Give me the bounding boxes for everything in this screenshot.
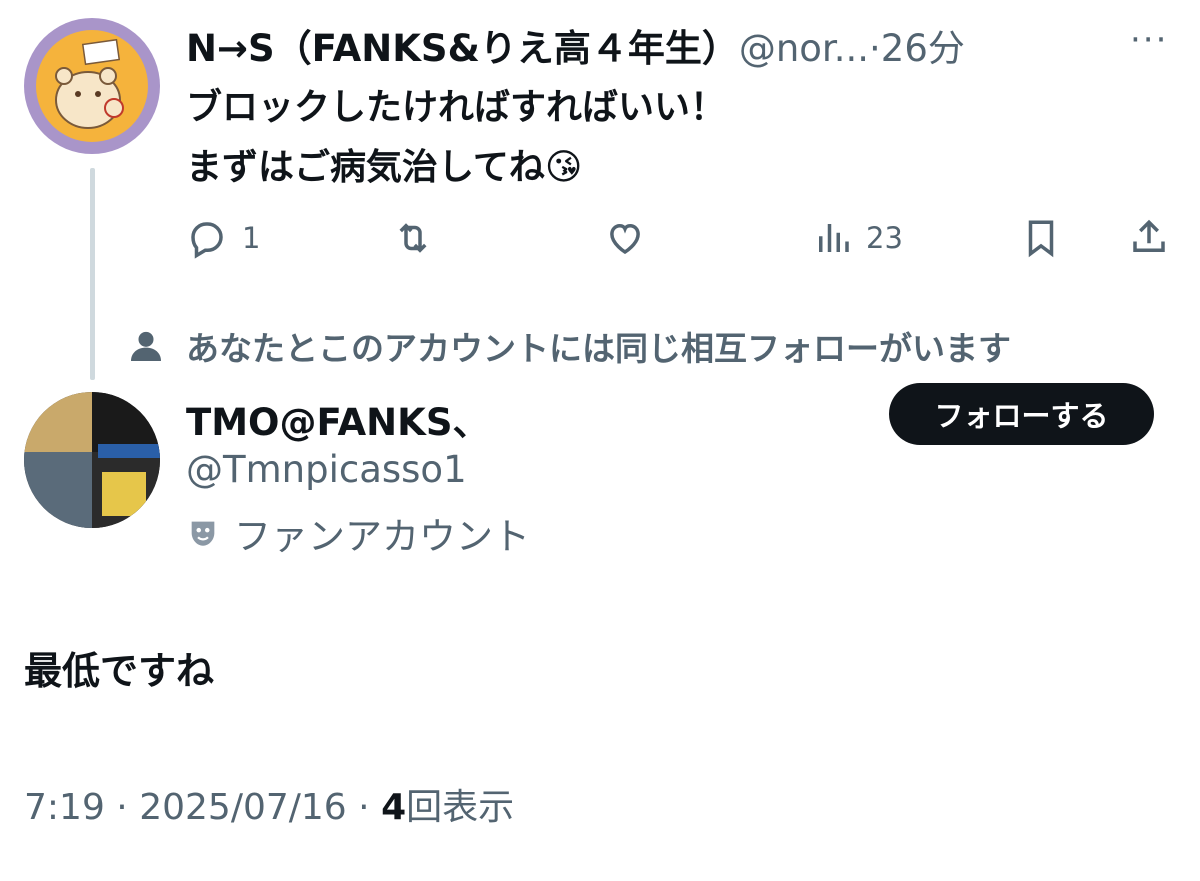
views-count: 23 (866, 221, 903, 255)
tweet-text: ブロックしたければすればいい！ まずはご病気治してね😘 (186, 78, 726, 198)
thread-line (90, 168, 95, 380)
views-label: 回表示 (406, 787, 515, 828)
reply-text: 最低ですね (24, 649, 215, 693)
theater-mask-icon (191, 521, 215, 546)
tweet-date[interactable]: 2025/07/16 (139, 787, 347, 828)
reply-button[interactable]: 1 (186, 212, 260, 264)
time-ago[interactable]: 26分 (881, 27, 965, 70)
mutual-follow-notice: あなたとこのアカウントには同じ相互フォローがいます (126, 322, 1011, 370)
analytics-icon (819, 224, 849, 252)
retweet-button[interactable] (392, 212, 434, 264)
reply-display-name[interactable]: TMO@FANKS、 (186, 392, 489, 446)
reply-count: 1 (242, 221, 261, 255)
kiss-emoji-icon: 😘 (544, 147, 583, 188)
author-handle[interactable]: @nor... (739, 27, 869, 70)
avatar[interactable] (24, 392, 160, 528)
share-icon (1133, 219, 1165, 252)
retweet-icon (399, 223, 427, 253)
author-header: N→S（FANKS&りえ高４年生）@nor...·26分 (186, 18, 965, 72)
separator: · (116, 787, 128, 828)
mutual-follow-text: あなたとこのアカウントには同じ相互フォローがいます (186, 329, 1011, 368)
reply-handle[interactable]: @Tmnpicasso1 (186, 448, 467, 491)
tweet-meta: 7:19 · 2025/07/16 · 4回表示 (24, 778, 514, 830)
separator: · (358, 787, 370, 828)
heart-icon (610, 223, 640, 255)
display-name[interactable]: N→S（FANKS&りえ高４年生） (186, 27, 739, 70)
fan-account-text: ファンアカウント (234, 515, 530, 558)
avatar-image (24, 392, 160, 528)
bookmark-button[interactable] (1020, 212, 1062, 264)
follow-button[interactable]: フォローする (889, 383, 1154, 445)
more-options-icon[interactable]: ··· (1130, 20, 1168, 60)
fan-account-label: ファンアカウント (186, 506, 530, 560)
tweet-time[interactable]: 7:19 (24, 787, 105, 828)
avatar-image (36, 30, 148, 142)
separator: · (869, 27, 881, 70)
tweet-text-line: ブロックしたければすればいい！ (186, 87, 727, 128)
person-icon (131, 331, 161, 361)
like-button[interactable] (604, 212, 646, 264)
tweet-text-line: まずはご病気治してね (186, 147, 545, 188)
views-count: 4 (381, 787, 407, 828)
avatar[interactable] (24, 18, 160, 154)
reply-icon (191, 222, 223, 259)
bookmark-icon (1028, 220, 1054, 258)
views-button[interactable]: 23 (812, 212, 903, 264)
share-button[interactable] (1128, 212, 1170, 264)
